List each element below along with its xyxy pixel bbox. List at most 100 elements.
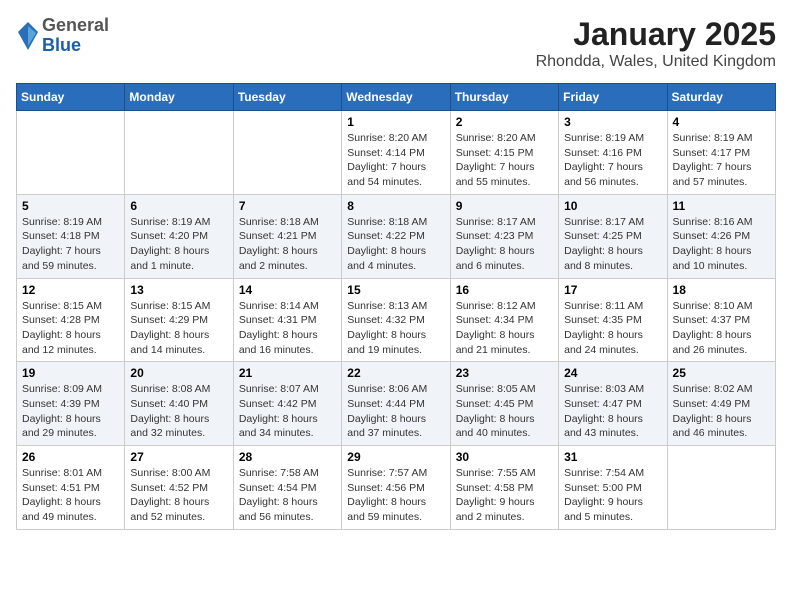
day-number: 12 (22, 283, 119, 297)
calendar-cell: 13 Sunrise: 8:15 AM Sunset: 4:29 PM Dayli… (125, 278, 233, 362)
calendar-cell: 30 Sunrise: 7:55 AM Sunset: 4:58 PM Dayli… (450, 446, 558, 530)
day-number: 4 (673, 115, 770, 129)
day-info: Sunrise: 8:19 AM Sunset: 4:18 PM Dayligh… (22, 215, 119, 274)
calendar-cell (233, 111, 341, 195)
calendar-cell: 18 Sunrise: 8:10 AM Sunset: 4:37 PM Dayli… (667, 278, 775, 362)
day-info: Sunrise: 8:13 AM Sunset: 4:32 PM Dayligh… (347, 299, 444, 358)
logo: General Blue (16, 16, 109, 56)
calendar-cell: 1Sunrise: 8:20 AM Sunset: 4:14 PM Daylig… (342, 111, 450, 195)
weekday-header: Monday (125, 84, 233, 111)
calendar-cell: 8 Sunrise: 8:18 AM Sunset: 4:22 PM Daylig… (342, 194, 450, 278)
day-info: Sunrise: 8:18 AM Sunset: 4:21 PM Dayligh… (239, 215, 336, 274)
day-number: 29 (347, 450, 444, 464)
calendar-cell: 10Sunrise: 8:17 AM Sunset: 4:25 PM Dayli… (559, 194, 667, 278)
weekday-header: Sunday (17, 84, 125, 111)
weekday-header: Thursday (450, 84, 558, 111)
page-header: General Blue January 2025 Rhondda, Wales… (16, 16, 776, 71)
day-number: 28 (239, 450, 336, 464)
calendar-header: SundayMondayTuesdayWednesdayThursdayFrid… (17, 84, 776, 111)
calendar-cell: 16 Sunrise: 8:12 AM Sunset: 4:34 PM Dayli… (450, 278, 558, 362)
calendar-week-row: 5 Sunrise: 8:19 AM Sunset: 4:18 PM Daylig… (17, 194, 776, 278)
calendar-cell: 3 Sunrise: 8:19 AM Sunset: 4:16 PM Daylig… (559, 111, 667, 195)
day-info: Sunrise: 8:09 AM Sunset: 4:39 PM Dayligh… (22, 382, 119, 441)
calendar-cell: 22 Sunrise: 8:06 AM Sunset: 4:44 PM Dayli… (342, 362, 450, 446)
day-info: Sunrise: 8:08 AM Sunset: 4:40 PM Dayligh… (130, 382, 227, 441)
calendar-cell: 29 Sunrise: 7:57 AM Sunset: 4:56 PM Dayli… (342, 446, 450, 530)
calendar-week-row: 1Sunrise: 8:20 AM Sunset: 4:14 PM Daylig… (17, 111, 776, 195)
day-info: Sunrise: 8:06 AM Sunset: 4:44 PM Dayligh… (347, 382, 444, 441)
day-info: Sunrise: 8:18 AM Sunset: 4:22 PM Dayligh… (347, 215, 444, 274)
day-info: Sunrise: 8:05 AM Sunset: 4:45 PM Dayligh… (456, 382, 553, 441)
calendar-body: 1Sunrise: 8:20 AM Sunset: 4:14 PM Daylig… (17, 111, 776, 530)
calendar-cell: 5 Sunrise: 8:19 AM Sunset: 4:18 PM Daylig… (17, 194, 125, 278)
calendar-cell: 27Sunrise: 8:00 AM Sunset: 4:52 PM Dayli… (125, 446, 233, 530)
calendar-cell: 2 Sunrise: 8:20 AM Sunset: 4:15 PM Daylig… (450, 111, 558, 195)
calendar-cell: 21 Sunrise: 8:07 AM Sunset: 4:42 PM Dayli… (233, 362, 341, 446)
day-info: Sunrise: 8:07 AM Sunset: 4:42 PM Dayligh… (239, 382, 336, 441)
weekday-header: Saturday (667, 84, 775, 111)
day-info: Sunrise: 8:10 AM Sunset: 4:37 PM Dayligh… (673, 299, 770, 358)
day-info: Sunrise: 8:15 AM Sunset: 4:28 PM Dayligh… (22, 299, 119, 358)
day-number: 23 (456, 366, 553, 380)
calendar-cell (667, 446, 775, 530)
day-number: 13 (130, 283, 227, 297)
calendar-cell (17, 111, 125, 195)
day-number: 3 (564, 115, 661, 129)
calendar-cell: 17 Sunrise: 8:11 AM Sunset: 4:35 PM Dayli… (559, 278, 667, 362)
day-number: 6 (130, 199, 227, 213)
day-number: 14 (239, 283, 336, 297)
calendar-cell: 23 Sunrise: 8:05 AM Sunset: 4:45 PM Dayli… (450, 362, 558, 446)
calendar-cell: 31Sunrise: 7:54 AM Sunset: 5:00 PM Dayli… (559, 446, 667, 530)
calendar-cell: 26Sunrise: 8:01 AM Sunset: 4:51 PM Dayli… (17, 446, 125, 530)
day-number: 8 (347, 199, 444, 213)
day-info: Sunrise: 8:20 AM Sunset: 4:15 PM Dayligh… (456, 131, 553, 190)
day-number: 15 (347, 283, 444, 297)
logo-text: General Blue (42, 16, 109, 56)
day-info: Sunrise: 8:02 AM Sunset: 4:49 PM Dayligh… (673, 382, 770, 441)
calendar-cell: 24 Sunrise: 8:03 AM Sunset: 4:47 PM Dayli… (559, 362, 667, 446)
calendar-table: SundayMondayTuesdayWednesdayThursdayFrid… (16, 83, 776, 530)
logo-blue: Blue (42, 36, 109, 56)
calendar-cell: 12 Sunrise: 8:15 AM Sunset: 4:28 PM Dayli… (17, 278, 125, 362)
day-number: 2 (456, 115, 553, 129)
day-info: Sunrise: 8:15 AM Sunset: 4:29 PM Dayligh… (130, 299, 227, 358)
day-number: 17 (564, 283, 661, 297)
day-info: Sunrise: 7:55 AM Sunset: 4:58 PM Dayligh… (456, 466, 553, 525)
day-number: 30 (456, 450, 553, 464)
calendar-cell: 4 Sunrise: 8:19 AM Sunset: 4:17 PM Daylig… (667, 111, 775, 195)
day-info: Sunrise: 8:12 AM Sunset: 4:34 PM Dayligh… (456, 299, 553, 358)
day-info: Sunrise: 8:16 AM Sunset: 4:26 PM Dayligh… (673, 215, 770, 274)
page-subtitle: Rhondda, Wales, United Kingdom (536, 53, 776, 71)
calendar-cell (125, 111, 233, 195)
day-number: 16 (456, 283, 553, 297)
calendar-week-row: 12 Sunrise: 8:15 AM Sunset: 4:28 PM Dayli… (17, 278, 776, 362)
day-number: 21 (239, 366, 336, 380)
day-info: Sunrise: 8:20 AM Sunset: 4:14 PM Dayligh… (347, 131, 444, 190)
day-info: Sunrise: 8:19 AM Sunset: 4:20 PM Dayligh… (130, 215, 227, 274)
weekday-header: Friday (559, 84, 667, 111)
calendar-cell: 19Sunrise: 8:09 AM Sunset: 4:39 PM Dayli… (17, 362, 125, 446)
calendar-cell: 6 Sunrise: 8:19 AM Sunset: 4:20 PM Daylig… (125, 194, 233, 278)
day-number: 26 (22, 450, 119, 464)
day-info: Sunrise: 8:19 AM Sunset: 4:17 PM Dayligh… (673, 131, 770, 190)
day-info: Sunrise: 8:19 AM Sunset: 4:16 PM Dayligh… (564, 131, 661, 190)
calendar-cell: 14Sunrise: 8:14 AM Sunset: 4:31 PM Dayli… (233, 278, 341, 362)
day-number: 18 (673, 283, 770, 297)
day-info: Sunrise: 8:03 AM Sunset: 4:47 PM Dayligh… (564, 382, 661, 441)
calendar-cell: 28Sunrise: 7:58 AM Sunset: 4:54 PM Dayli… (233, 446, 341, 530)
day-number: 10 (564, 199, 661, 213)
day-number: 5 (22, 199, 119, 213)
day-info: Sunrise: 7:57 AM Sunset: 4:56 PM Dayligh… (347, 466, 444, 525)
calendar-cell: 20 Sunrise: 8:08 AM Sunset: 4:40 PM Dayli… (125, 362, 233, 446)
day-number: 7 (239, 199, 336, 213)
day-number: 24 (564, 366, 661, 380)
day-number: 31 (564, 450, 661, 464)
day-number: 27 (130, 450, 227, 464)
day-info: Sunrise: 8:11 AM Sunset: 4:35 PM Dayligh… (564, 299, 661, 358)
day-number: 20 (130, 366, 227, 380)
weekday-header: Tuesday (233, 84, 341, 111)
day-number: 22 (347, 366, 444, 380)
logo-icon (18, 22, 38, 50)
calendar-cell: 7 Sunrise: 8:18 AM Sunset: 4:21 PM Daylig… (233, 194, 341, 278)
day-info: Sunrise: 8:17 AM Sunset: 4:23 PM Dayligh… (456, 215, 553, 274)
